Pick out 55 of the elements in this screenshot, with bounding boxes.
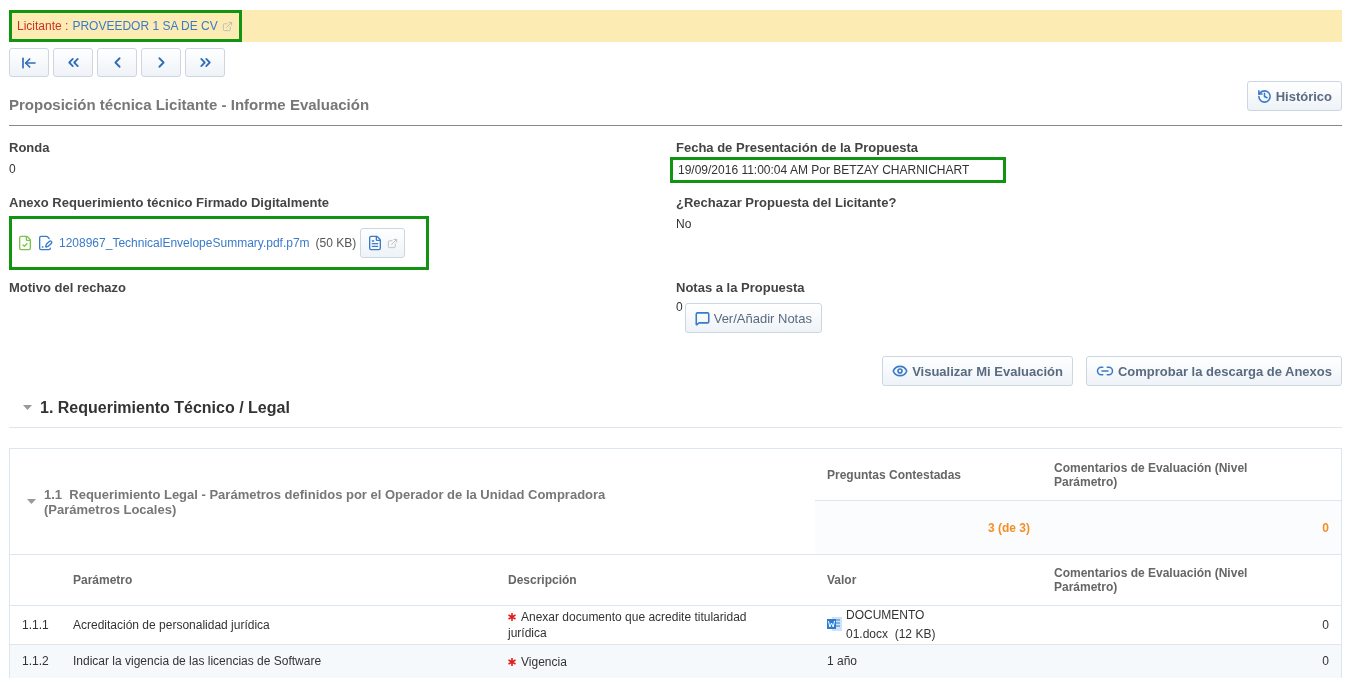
check-download-button[interactable]: Comprobar la descarga de Anexos — [1085, 356, 1342, 386]
file-link[interactable]: 1208967_TechnicalEnvelopeSummary.pdf.p7m — [59, 236, 310, 250]
field-value: 19/09/2016 11:00:04 AM Por BETZAY CHARNICHART — [678, 162, 970, 178]
table-cell: 0 — [1322, 617, 1329, 633]
external-link-icon — [387, 237, 399, 249]
notes-button[interactable]: Ver/Añadir Notas — [684, 303, 822, 333]
table-cell: 1 año — [827, 654, 858, 669]
table-cell: Acreditación de personalidad jurídica — [73, 617, 270, 633]
file-actions-button[interactable] — [360, 228, 406, 258]
column-header: Parámetro — [73, 573, 133, 587]
column-header: Descripción — [508, 573, 577, 587]
table-cell: 0 — [1322, 654, 1329, 669]
next-button[interactable] — [141, 48, 181, 77]
column-header: Valor — [827, 573, 857, 587]
field-label: Anexo Requerimiento técnico Firmado Digitalmente — [9, 195, 329, 210]
section-title[interactable]: 1. Requerimiento Técnico / Legal — [40, 399, 290, 417]
field-label: Ronda — [9, 140, 50, 155]
document-icon — [367, 235, 384, 251]
row-number: 1.1.1 — [22, 617, 49, 633]
word-document-icon — [827, 616, 842, 632]
field-value: 0 — [9, 162, 16, 176]
column-header: Preguntas Contestadas — [827, 467, 962, 482]
column-header: Comentarios de Evaluación (Nivel Parámetro) — [1054, 566, 1249, 594]
caret-down-icon[interactable] — [23, 405, 32, 411]
file-size: (50 KB) — [315, 236, 357, 250]
notes-count: 0 — [676, 300, 683, 315]
file-check-icon — [17, 235, 33, 251]
table-cell: Indicar la vigencia de las licencias de Software — [73, 654, 322, 669]
previous-button[interactable] — [97, 48, 137, 77]
comments-count: 0 — [1322, 520, 1329, 535]
row-number: 1.1.2 — [22, 654, 49, 669]
fast-forward-button[interactable] — [185, 48, 225, 77]
field-value: No — [676, 217, 692, 231]
field-label: Notas a la Propuesta — [676, 280, 805, 295]
fast-back-button[interactable] — [53, 48, 93, 77]
subsection-title[interactable]: 1.1 Requerimiento Legal - Parámetros definidos por el Operador de la Unidad Compradora (Parámetros Locales) — [44, 486, 664, 517]
bidder-link[interactable]: PROVEEDOR 1 SA DE CV — [72, 19, 218, 33]
speech-bubble-icon — [694, 310, 710, 326]
table-cell: Vigencia — [508, 653, 567, 670]
page-title: Proposición técnica Licitante - Informe Evaluación — [9, 96, 370, 113]
field-label: Fecha de Presentación de la Propuesta — [676, 140, 919, 155]
file-signature-icon — [37, 235, 53, 251]
answered-count: 3 (de 3) — [988, 520, 1030, 535]
column-header: Comentarios de Evaluación (Nivel Parámetro) — [1054, 460, 1249, 489]
history-icon — [1256, 88, 1272, 104]
view-evaluation-button[interactable]: Visualizar Mi Evaluación — [882, 356, 1073, 386]
bidder-label: Licitante : — [17, 19, 69, 33]
table-cell-text: Anexar documento que acredite titularidad jurídica — [508, 609, 748, 641]
field-label: ¿Rechazar Propuesta del Licitante? — [676, 195, 897, 210]
first-page-button[interactable] — [9, 48, 49, 77]
history-button[interactable]: Histórico — [1246, 81, 1342, 111]
file-link[interactable]: DOCUMENTO 01.docx (12 KB) — [846, 606, 966, 644]
eye-icon — [892, 363, 909, 379]
caret-down-icon[interactable] — [27, 498, 36, 505]
field-label: Motivo del rechazo — [9, 280, 127, 295]
